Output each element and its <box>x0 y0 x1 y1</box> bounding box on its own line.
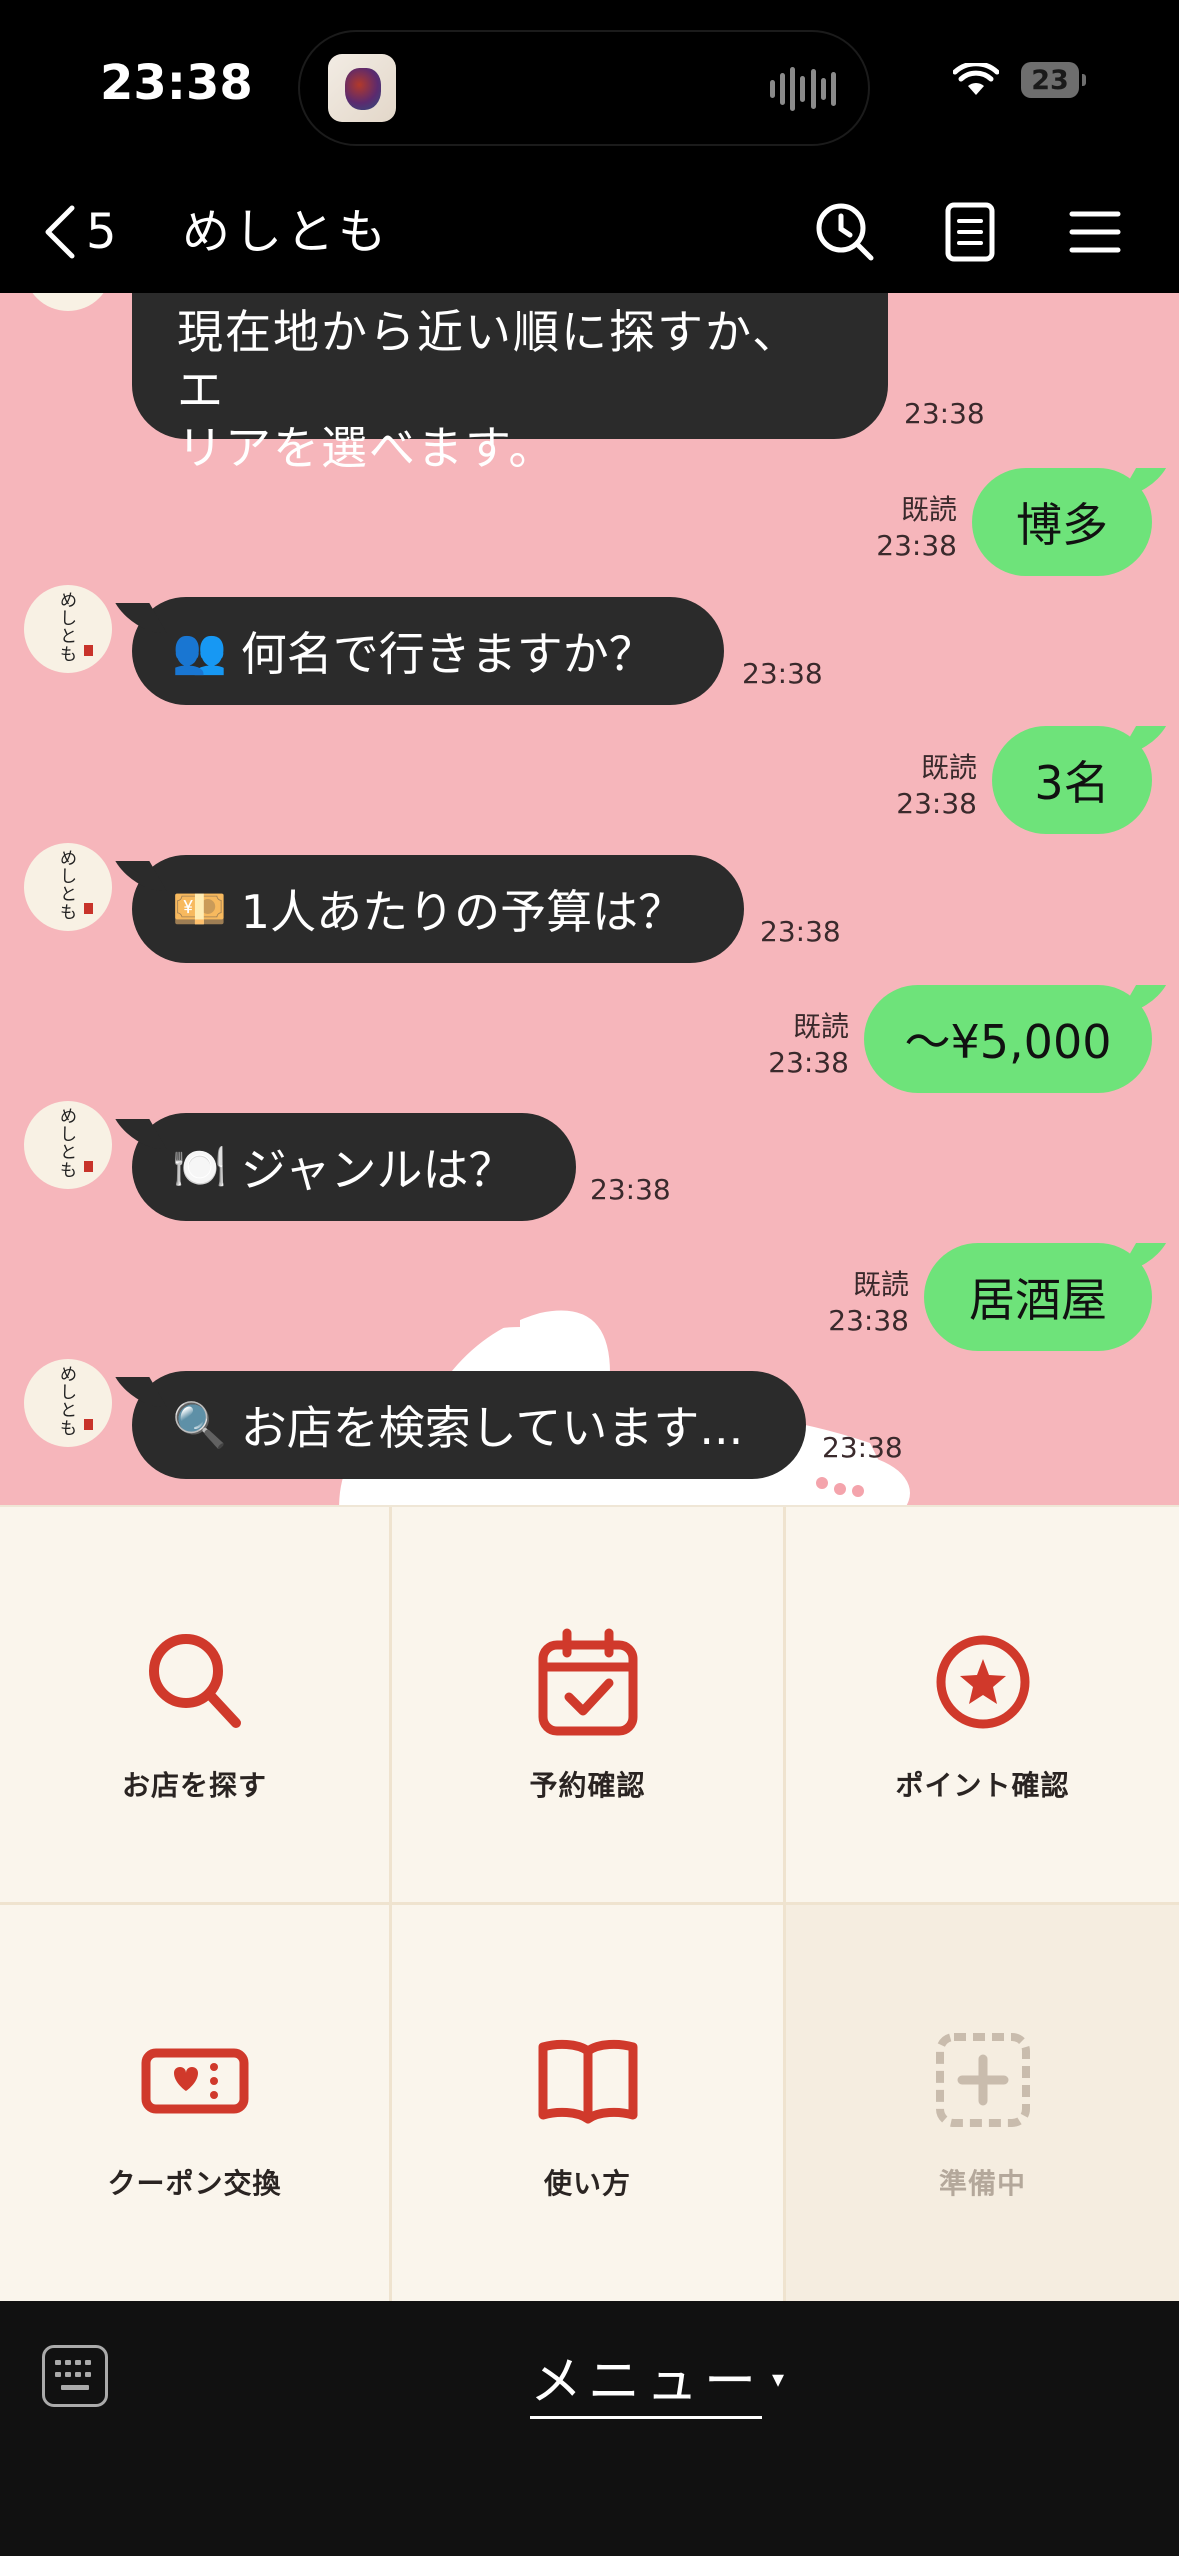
message-text: ジャンルは？ <box>240 1143 515 1197</box>
chat-message-incoming: 現在地から近い順に探すか、エ リアを選べます。 <box>132 293 888 475</box>
chevron-left-icon <box>45 205 75 259</box>
bottom-bar: メニュー ▾ <box>0 2301 1179 2556</box>
menu-label: クーポン交換 <box>107 2167 282 2200</box>
chat-message-outgoing: ～¥5,000 <box>864 985 1152 1093</box>
read-receipt: 既読 23:38 <box>876 493 957 562</box>
audio-waveform-icon <box>770 66 836 112</box>
read-receipt: 既読 23:38 <box>828 1268 909 1337</box>
rich-menu: お店を探す 予約確認 ポイント確認 クーポン交換 使い方 準備中 <box>0 1505 1179 2303</box>
message-text: 1人あたりの予算は？ <box>240 885 685 939</box>
message-text: 何名で行きますか？ <box>240 627 655 681</box>
now-playing-artwork <box>328 54 396 122</box>
money-icon: 💴 <box>172 884 227 935</box>
document-icon <box>945 202 995 262</box>
search-icon <box>140 1627 250 1737</box>
star-circle-icon <box>928 1627 1038 1737</box>
hamburger-menu-icon <box>1069 211 1121 253</box>
chat-message-incoming: 💴 1人あたりの予算は？ <box>132 855 744 963</box>
read-receipt: 既読 23:38 <box>896 751 977 820</box>
chat-message-incoming: 🍽️ ジャンルは？ <box>132 1113 576 1221</box>
message-text: お店を検索しています... <box>240 1401 744 1455</box>
menu-points[interactable]: ポイント確認 <box>786 1507 1179 1905</box>
clock-search-icon <box>816 203 874 261</box>
menu-reservation[interactable]: 予約確認 <box>392 1507 786 1905</box>
magnifier-icon: 🔍 <box>172 1400 227 1451</box>
status-indicators: 23 <box>953 62 1086 98</box>
menu-label: 使い方 <box>543 2167 631 2200</box>
menu-label: ポイント確認 <box>895 1769 1070 1802</box>
search-history-button[interactable] <box>810 197 880 267</box>
battery-indicator: 23 <box>1021 62 1086 98</box>
message-time: 23:38 <box>590 1173 671 1206</box>
menu-toggle[interactable]: メニュー ▾ <box>530 2339 784 2419</box>
message-text-line: 現在地から近い順に探すか、エ <box>177 305 801 417</box>
bot-avatar[interactable]: め し と も <box>24 585 112 673</box>
back-button[interactable]: 5 <box>40 197 117 267</box>
menu-how-to-use[interactable]: 使い方 <box>392 1905 786 2303</box>
message-time: 23:38 <box>904 397 985 430</box>
calendar-check-icon <box>533 1627 643 1737</box>
caret-down-icon: ▾ <box>772 2365 785 2393</box>
menu-button[interactable] <box>1060 197 1130 267</box>
read-receipt: 既読 23:38 <box>768 1010 849 1079</box>
chat-message-outgoing: 博多 <box>972 468 1152 576</box>
menu-coupon[interactable]: クーポン交換 <box>0 1905 392 2303</box>
menu-toggle-label: メニュー <box>530 2339 763 2419</box>
message-time: 23:38 <box>760 915 841 948</box>
plate-icon: 🍽️ <box>172 1142 227 1193</box>
chat-area[interactable]: 現在地から近い順に探すか、エ リアを選べます。 23:38 既読 23:38 博多… <box>0 293 1179 1505</box>
bot-avatar[interactable]: め し と も <box>24 1359 112 1447</box>
message-text-line: リアを選べます。 <box>177 421 557 475</box>
wifi-icon <box>953 63 999 95</box>
bot-avatar[interactable]: め し と も <box>24 1101 112 1189</box>
menu-label: 予約確認 <box>529 1769 646 1802</box>
coupon-icon <box>140 2025 250 2135</box>
dynamic-island[interactable] <box>298 30 870 146</box>
message-time: 23:38 <box>822 1431 903 1464</box>
notes-button[interactable] <box>935 197 1005 267</box>
status-bar: 23:38 23 <box>0 0 1179 175</box>
menu-label: 準備中 <box>938 2167 1026 2200</box>
status-time: 23:38 <box>100 55 253 111</box>
menu-label: お店を探す <box>121 1769 267 1802</box>
bot-avatar[interactable]: め し と も <box>24 843 112 931</box>
chat-title: めしとも <box>182 204 391 260</box>
seal-mark <box>84 1161 93 1172</box>
plus-box-icon <box>928 2025 1038 2135</box>
message-time: 23:38 <box>742 657 823 690</box>
people-icon: 👥 <box>172 626 227 677</box>
menu-find-shop[interactable]: お店を探す <box>0 1507 392 1905</box>
chat-header: 5 めしとも <box>0 175 1179 293</box>
chat-message-incoming: 👥 何名で行きますか？ <box>132 597 724 705</box>
menu-coming-soon: 準備中 <box>786 1905 1179 2303</box>
chat-message-incoming: 🔍 お店を検索しています... <box>132 1371 806 1479</box>
keyboard-toggle-button[interactable] <box>42 2345 108 2407</box>
chat-message-outgoing: 3名 <box>992 726 1152 834</box>
chat-message-outgoing: 居酒屋 <box>924 1243 1152 1351</box>
unread-count: 5 <box>86 204 117 260</box>
seal-mark <box>84 645 93 656</box>
bot-avatar[interactable] <box>24 293 112 311</box>
seal-mark <box>84 903 93 914</box>
seal-mark <box>84 1419 93 1430</box>
book-icon <box>533 2025 643 2135</box>
